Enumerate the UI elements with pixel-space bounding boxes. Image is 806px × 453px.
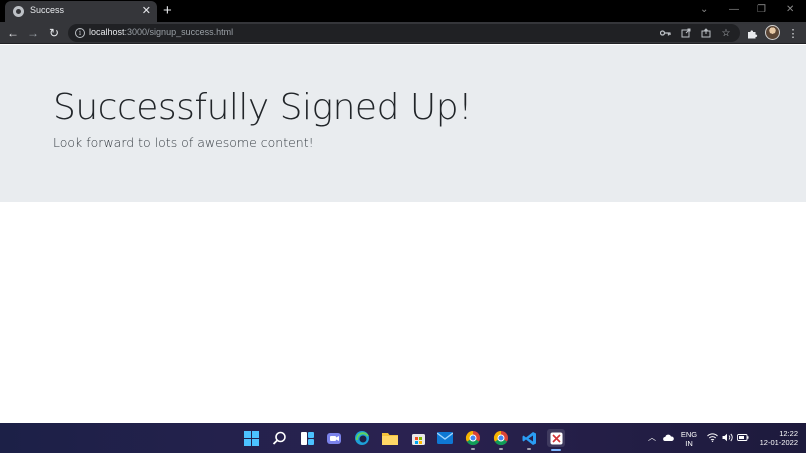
clock-date: 12-01-2022 xyxy=(759,438,798,447)
widgets-icon[interactable] xyxy=(298,429,316,447)
language-code: ENG xyxy=(680,430,698,439)
battery-icon[interactable] xyxy=(737,433,749,443)
active-indicator xyxy=(551,449,561,451)
tab-title: Success xyxy=(30,5,65,15)
tab-search-icon[interactable]: ⌄ xyxy=(700,3,708,17)
vscode-icon[interactable] xyxy=(520,429,538,450)
clock[interactable]: 12:22 12-01-2022 xyxy=(754,429,798,447)
teams-chat-icon[interactable] xyxy=(325,429,343,447)
onedrive-icon[interactable] xyxy=(663,433,674,443)
key-icon[interactable] xyxy=(659,27,671,39)
open-external-icon[interactable] xyxy=(680,27,692,39)
site-info-icon[interactable]: i xyxy=(75,28,85,38)
new-tab-button[interactable]: + xyxy=(163,2,172,19)
address-bar[interactable]: i localhost:3000/signup_success.html ☆ xyxy=(68,24,740,42)
minimize-button[interactable]: — xyxy=(729,3,739,17)
extensions-icon[interactable] xyxy=(745,26,759,40)
browser-tabstrip: Success ✕ + ⌄ — ❐ ✕ xyxy=(0,0,806,22)
url-text[interactable]: localhost:3000/signup_success.html xyxy=(89,27,233,37)
forward-button[interactable]: → xyxy=(25,25,41,41)
edge-icon[interactable] xyxy=(353,429,371,447)
language-indicator[interactable]: ENG IN xyxy=(679,430,699,448)
back-button[interactable]: ← xyxy=(5,25,21,41)
volume-icon[interactable] xyxy=(722,433,734,444)
page-content: Successfully Signed Up! Look forward to … xyxy=(0,45,806,423)
running-indicator xyxy=(527,448,531,450)
chrome-profile-icon[interactable] xyxy=(492,429,510,450)
chrome-icon[interactable] xyxy=(464,429,482,450)
tab-success[interactable]: Success ✕ xyxy=(5,1,157,22)
snipping-tool-icon[interactable] xyxy=(547,429,565,451)
region-code: IN xyxy=(685,439,693,448)
clock-time: 12:22 xyxy=(779,429,798,438)
restore-button[interactable]: ❐ xyxy=(757,3,766,17)
browser-toolbar: ← → ↻ i localhost:3000/signup_success.ht… xyxy=(0,22,806,44)
running-indicator xyxy=(499,448,503,450)
reload-button[interactable]: ↻ xyxy=(46,25,62,41)
lead-text: Look forward to lots of awesome content! xyxy=(53,135,314,150)
share-icon[interactable] xyxy=(700,27,712,39)
jumbotron: Successfully Signed Up! Look forward to … xyxy=(0,45,806,202)
windows-start-icon[interactable] xyxy=(242,429,260,447)
tab-close-icon[interactable]: ✕ xyxy=(142,4,151,18)
mail-icon[interactable] xyxy=(436,429,454,447)
chevron-up-icon[interactable]: ︿ xyxy=(648,433,656,443)
store-icon[interactable] xyxy=(409,429,427,447)
url-path: :3000/signup_success.html xyxy=(124,27,234,37)
avatar[interactable] xyxy=(765,25,780,40)
star-icon[interactable]: ☆ xyxy=(720,27,732,39)
taskbar: ︿ ENG IN 12:22 12-01-2022 xyxy=(0,423,806,453)
running-indicator xyxy=(471,448,475,450)
file-explorer-icon[interactable] xyxy=(381,429,399,447)
globe-icon xyxy=(13,6,24,17)
search-icon[interactable] xyxy=(270,429,288,447)
menu-icon[interactable]: ⋮ xyxy=(786,26,800,40)
url-host: localhost xyxy=(89,27,125,37)
wifi-icon[interactable] xyxy=(707,433,718,444)
page-title: Successfully Signed Up! xyxy=(53,87,473,128)
close-window-button[interactable]: ✕ xyxy=(786,3,794,17)
